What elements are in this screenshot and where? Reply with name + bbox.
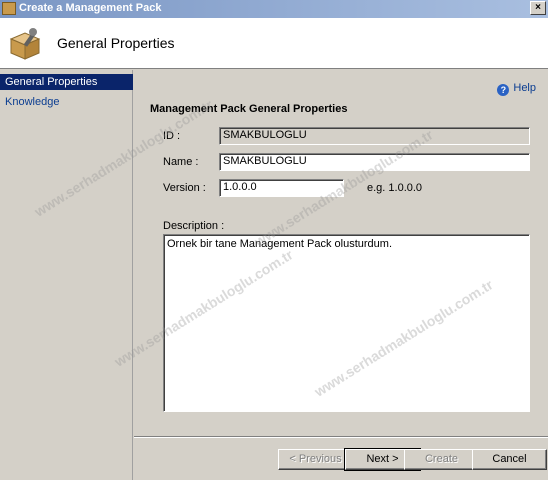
package-wrench-icon <box>9 28 41 60</box>
name-label: Name : <box>163 156 199 168</box>
app-icon <box>2 2 16 15</box>
window-title: Create a Management Pack <box>19 2 162 14</box>
cancel-button[interactable]: Cancel <box>472 449 547 470</box>
wizard-header: General Properties <box>0 18 548 69</box>
name-field[interactable]: SMAKBULOGLU <box>219 153 530 171</box>
wizard-content: ? Help Management Pack General Properties… <box>134 70 548 436</box>
help-link[interactable]: ? Help <box>497 82 536 96</box>
create-management-pack-window: Create a Management Pack × General Prope… <box>0 0 548 480</box>
help-label: Help <box>513 82 536 94</box>
page-title: General Properties <box>57 35 175 51</box>
previous-button[interactable]: < Previous <box>278 449 353 470</box>
section-title: Management Pack General Properties <box>150 103 348 115</box>
close-button[interactable]: × <box>530 1 546 15</box>
sidebar-item-knowledge[interactable]: Knowledge <box>0 94 133 110</box>
version-field[interactable]: 1.0.0.0 <box>219 179 344 197</box>
title-bar: Create a Management Pack × <box>0 0 548 18</box>
footer-divider <box>134 436 548 438</box>
version-hint: e.g. 1.0.0.0 <box>367 182 423 194</box>
version-label: Version : <box>163 182 206 194</box>
description-field[interactable]: Ornek bir tane Management Pack olusturdu… <box>163 234 530 412</box>
wizard-sidebar: General Properties Knowledge <box>0 70 133 480</box>
create-button[interactable]: Create <box>404 449 479 470</box>
description-label: Description : <box>163 220 225 232</box>
id-label: ID : <box>163 130 181 142</box>
help-icon: ? <box>497 84 510 96</box>
sidebar-item-general-properties[interactable]: General Properties <box>0 74 133 90</box>
id-field: SMAKBULOGLU <box>219 127 530 145</box>
